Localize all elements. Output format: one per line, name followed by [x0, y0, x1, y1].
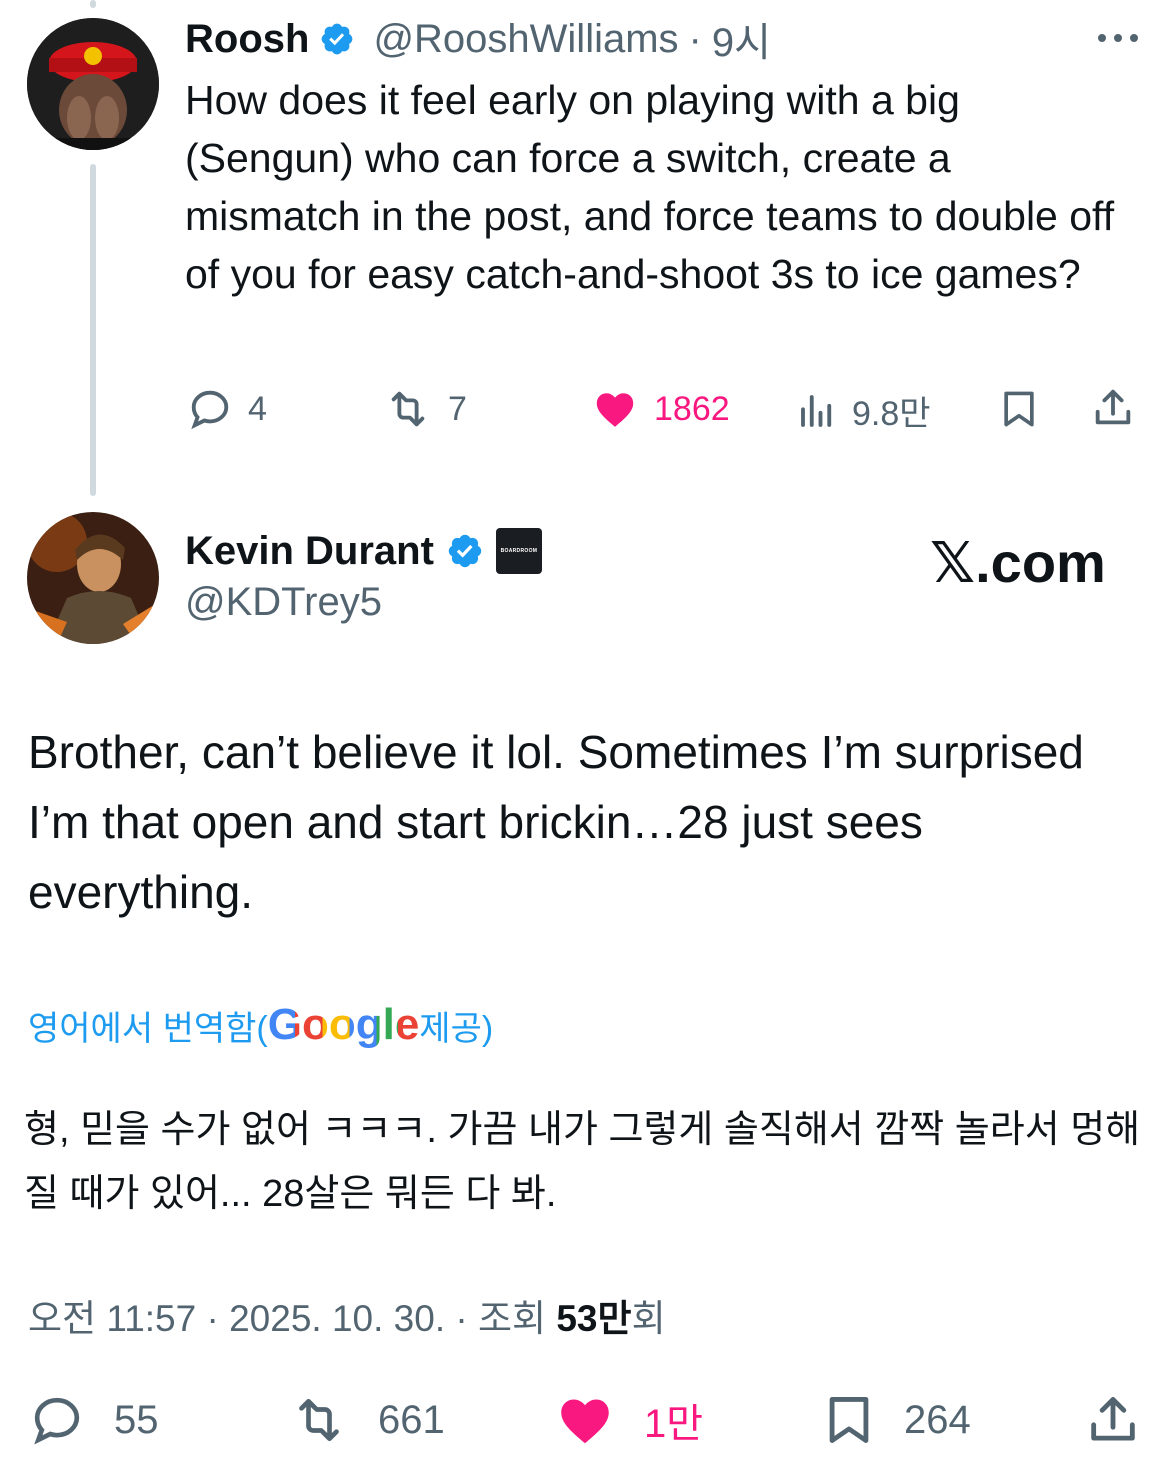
translation-label-prefix: 영어에서 번역함( [28, 1009, 268, 1048]
reply-icon [34, 1397, 80, 1445]
affiliate-badge-label: BOARDROOM [500, 548, 538, 554]
heart-filled-icon [561, 1399, 609, 1444]
verified-badge-icon [322, 23, 353, 55]
views-bar-icon [801, 394, 832, 427]
main-tweet-text: Brother, can’t believe it lol. Sometimes… [28, 726, 1084, 918]
views-count: 9.8만 [852, 395, 931, 433]
parent-tweet-text: How does it feel early on playing with a… [185, 77, 1115, 297]
like-button[interactable]: 1862 [590, 386, 730, 432]
verified-badge-icon [448, 534, 482, 568]
tweet-meta: 오전 11:57 · 2025. 10. 30. · 조회 53만회 [28, 1288, 666, 1342]
thread-connector-line [90, 164, 96, 496]
heart-filled-icon [596, 393, 634, 427]
kevin-durant-avatar-image [27, 512, 159, 644]
author-handle[interactable]: @RooshWilliams [373, 17, 678, 62]
retweet-icon [391, 391, 425, 427]
retweet-icon [299, 1399, 339, 1441]
bookmark-icon [829, 1397, 869, 1443]
tweet-timestamp[interactable]: 오전 11:57 · 2025. 10. 30. · 조회 [28, 1298, 556, 1339]
x-com-watermark: 𝕏.com [930, 531, 1106, 594]
reply-button[interactable]: 4 [186, 386, 267, 432]
views-button[interactable]: 9.8만 [796, 386, 931, 435]
view-count-suffix: 회 [631, 1298, 666, 1339]
author-name[interactable]: Kevin Durant [185, 529, 434, 574]
share-button[interactable] [1090, 384, 1136, 437]
view-count: 53만 [556, 1298, 632, 1339]
roosh-avatar-image [27, 18, 159, 150]
bookmark-count: 264 [904, 1397, 971, 1442]
bookmark-button[interactable]: 264 [820, 1390, 971, 1450]
thread-connector-top [90, 0, 96, 8]
translation-label[interactable]: 영어에서 번역함( Google 제공) [28, 1000, 493, 1050]
share-icon [1095, 389, 1131, 425]
author-name[interactable]: Roosh [185, 17, 309, 62]
reply-icon [191, 390, 229, 430]
like-count: 1862 [654, 389, 730, 428]
bookmark-icon [1004, 391, 1034, 427]
share-button[interactable] [1084, 1390, 1142, 1455]
retweet-button[interactable]: 661 [286, 1392, 445, 1448]
reply-count: 55 [114, 1397, 159, 1442]
like-button[interactable]: 1만 [552, 1390, 703, 1450]
retweet-button[interactable]: 7 [382, 386, 467, 432]
affiliate-badge[interactable]: BOARDROOM [495, 528, 542, 574]
translation-label-suffix: 제공) [419, 1009, 494, 1048]
separator-dot: · [688, 16, 702, 61]
reply-count: 4 [248, 389, 267, 428]
author-handle[interactable]: @KDTrey5 [185, 580, 382, 625]
parent-tweet-header: Roosh @RooshWilliams · 9시 [185, 14, 771, 66]
bookmark-button[interactable] [997, 386, 1041, 437]
retweet-count: 7 [448, 389, 467, 428]
tweet-time[interactable]: 9시 [712, 10, 771, 68]
translated-text: 형, 믿을 수가 없어 ㅋㅋㅋ. 가끔 내가 그렇게 솔직해서 깜짝 놀라서 멍… [24, 1109, 1141, 1215]
main-tweet-header: Kevin Durant BOARDROOM [185, 526, 542, 576]
like-count: 1만 [644, 1402, 704, 1446]
kevin-durant-avatar[interactable] [27, 512, 159, 644]
google-logo: Google [267, 1000, 420, 1049]
share-icon [1091, 1397, 1135, 1441]
retweet-count: 661 [378, 1397, 445, 1442]
roosh-avatar[interactable] [27, 18, 159, 150]
more-dots-icon[interactable] [1094, 28, 1142, 48]
reply-button[interactable]: 55 [26, 1392, 159, 1448]
